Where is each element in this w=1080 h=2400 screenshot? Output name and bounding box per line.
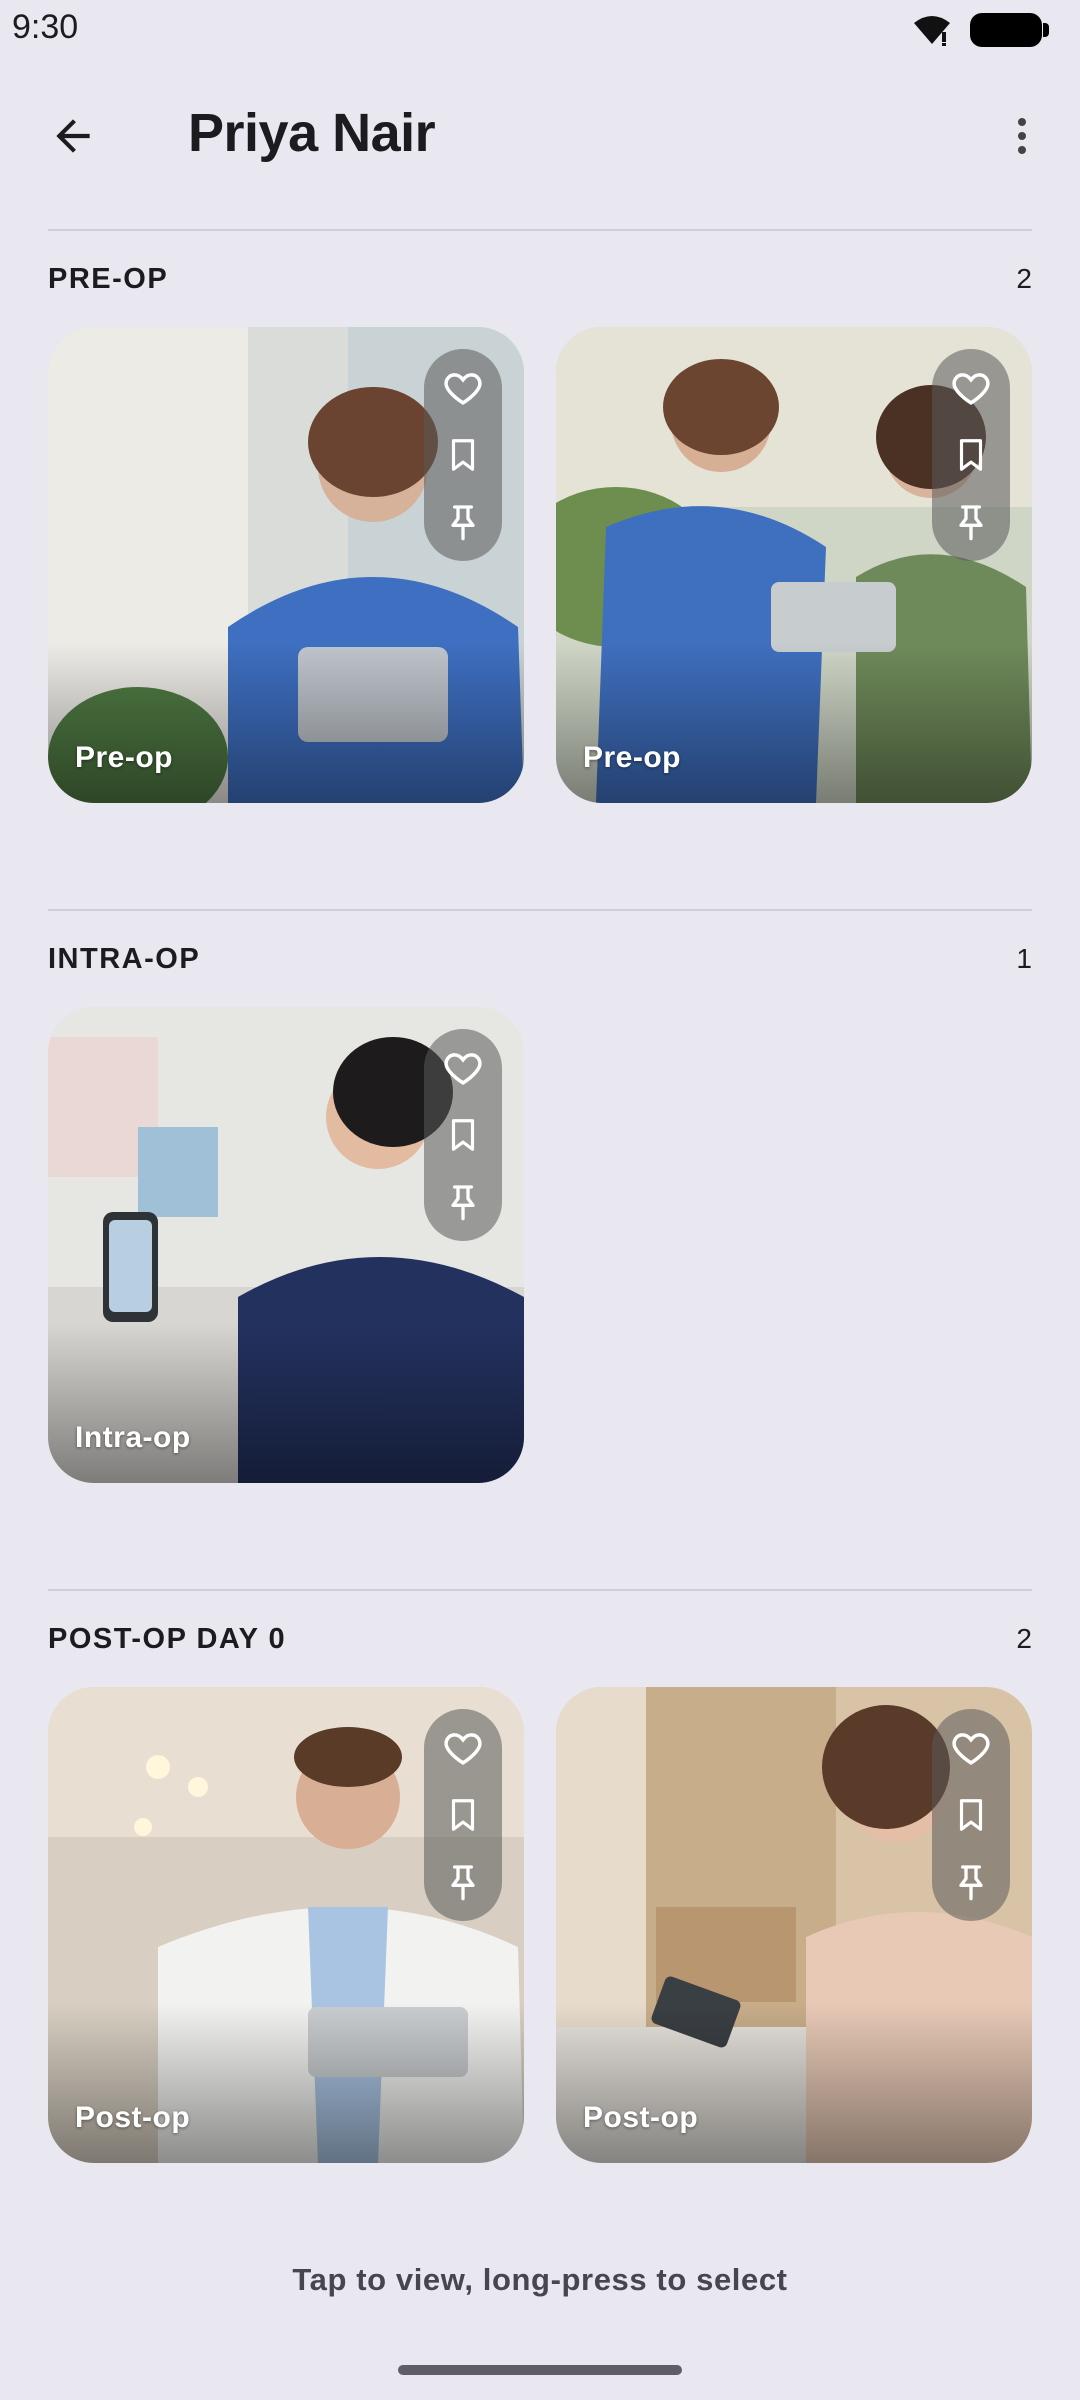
photo-shade (48, 2003, 524, 2163)
photo-shade (48, 643, 524, 803)
favorite-button[interactable] (941, 358, 1001, 418)
photo-label: Pre-op (75, 741, 174, 774)
usage-hint: Tap to view, long-press to select (292, 2262, 788, 2297)
section-count: 1 (1016, 943, 1032, 974)
bookmark-button[interactable] (941, 425, 1001, 485)
heart-icon (442, 1047, 484, 1089)
heart-icon (442, 1727, 484, 1769)
section-header: POST-OP DAY 0 2 (48, 1591, 1032, 1687)
section-title: PRE-OP (48, 262, 169, 295)
pin-button[interactable] (941, 1852, 1001, 1912)
photo-actions (424, 1029, 502, 1241)
pin-icon (951, 1862, 991, 1902)
photo-label: Pre-op (583, 741, 682, 774)
favorite-button[interactable] (433, 1718, 493, 1778)
photo-actions (932, 349, 1010, 561)
favorite-button[interactable] (433, 358, 493, 418)
photo-card[interactable]: Post-op (48, 1687, 524, 2163)
photo-grid: Intra-op (48, 1007, 1032, 1483)
bookmark-icon (444, 1796, 482, 1834)
bookmark-button[interactable] (941, 1785, 1001, 1845)
section-count: 2 (1016, 1623, 1032, 1654)
pin-button[interactable] (941, 492, 1001, 552)
photo-shade (48, 1323, 524, 1483)
photo-actions (424, 349, 502, 561)
bookmark-icon (444, 1116, 482, 1154)
battery-icon (970, 13, 1049, 47)
favorite-button[interactable] (941, 1718, 1001, 1778)
heart-icon (950, 1727, 992, 1769)
more-options-button[interactable] (986, 100, 1058, 172)
page-title: Priya Nair (188, 103, 436, 163)
photo-label: Post-op (75, 2101, 191, 2134)
bookmark-button[interactable] (433, 1105, 493, 1165)
pin-button[interactable] (433, 492, 493, 552)
heart-icon (950, 367, 992, 409)
bookmark-button[interactable] (433, 1785, 493, 1845)
photo-card[interactable]: Intra-op (48, 1007, 524, 1483)
gesture-handle[interactable] (398, 2365, 682, 2375)
app-bar: Priya Nair (0, 80, 1080, 192)
photo-card[interactable]: Post-op (556, 1687, 1032, 2163)
favorite-button[interactable] (433, 1038, 493, 1098)
photo-label: Intra-op (75, 1421, 191, 1454)
section-title: POST-OP DAY 0 (48, 1622, 287, 1655)
pin-icon (443, 502, 483, 542)
status-icons (912, 12, 1049, 48)
section-count: 2 (1016, 263, 1032, 294)
photo-shade (556, 643, 1032, 803)
heart-icon (442, 367, 484, 409)
pin-button[interactable] (433, 1852, 493, 1912)
pin-icon (443, 1862, 483, 1902)
pin-icon (951, 502, 991, 542)
wifi-icon (912, 14, 952, 46)
pin-icon (443, 1182, 483, 1222)
photo-actions (932, 1709, 1010, 1921)
bookmark-button[interactable] (433, 425, 493, 485)
photo-grid: Pre-op Pre-op (48, 327, 1032, 803)
section-title: INTRA-OP (48, 942, 201, 975)
more-vert-icon (1018, 118, 1026, 154)
photo-grid: Post-op Post-op (48, 1687, 1032, 2163)
photo-label: Post-op (583, 2101, 699, 2134)
section-header: PRE-OP 2 (48, 231, 1032, 327)
bookmark-icon (444, 436, 482, 474)
photo-shade (556, 2003, 1032, 2163)
section-intra-op: INTRA-OP 1 Intra-op (48, 909, 1032, 1483)
bookmark-icon (952, 436, 990, 474)
pin-button[interactable] (433, 1172, 493, 1232)
status-bar: 9:30 (0, 0, 1080, 60)
status-time: 9:30 (12, 8, 79, 46)
back-button[interactable] (30, 100, 116, 172)
section-post-op-day-0: POST-OP DAY 0 2 Post-op Post-op (48, 1589, 1032, 2163)
section-pre-op: PRE-OP 2 Pre-op Pre-op (48, 229, 1032, 803)
bookmark-icon (952, 1796, 990, 1834)
photo-actions (424, 1709, 502, 1921)
arrow-back-icon (56, 119, 90, 153)
section-header: INTRA-OP 1 (48, 911, 1032, 1007)
photo-card[interactable]: Pre-op (556, 327, 1032, 803)
screen: 9:30 Priya Nair PRE-OP 2 Pre-op Pre-op I… (0, 0, 1080, 2400)
photo-card[interactable]: Pre-op (48, 327, 524, 803)
